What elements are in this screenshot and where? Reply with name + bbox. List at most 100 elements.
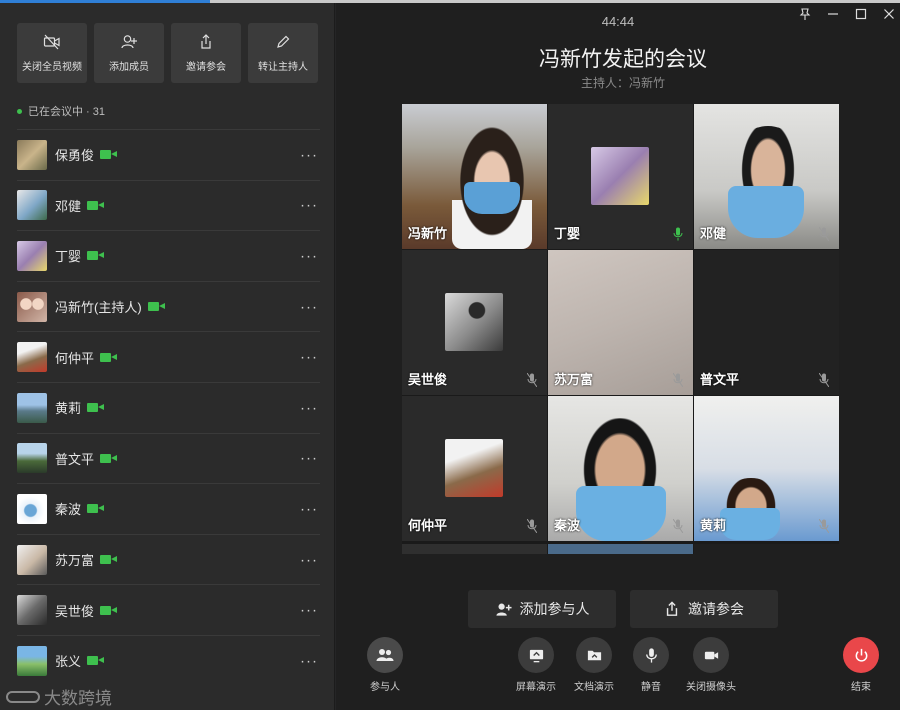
invite-label: 邀请参会 — [186, 62, 226, 73]
mic-muted-icon — [819, 373, 829, 387]
avatar — [17, 342, 47, 373]
avatar — [17, 190, 47, 221]
tile-name: 秦波 — [554, 518, 581, 533]
more-options-icon[interactable]: ··· — [300, 298, 318, 315]
participant-row[interactable]: 张义 ··· — [17, 634, 320, 686]
video-tile[interactable]: 苏万富 — [548, 250, 693, 395]
participant-name: 何仲平 — [55, 350, 95, 366]
watermark-logo-icon — [6, 690, 40, 703]
add-member-button[interactable]: 添加成员 — [94, 23, 164, 83]
more-options-icon[interactable]: ··· — [300, 247, 318, 264]
avatar — [17, 443, 47, 474]
participants-icon — [367, 637, 403, 673]
participant-name: 黄莉 — [55, 401, 82, 417]
watermark-text: 大数跨境 — [44, 689, 112, 708]
more-options-icon[interactable]: ··· — [300, 602, 318, 619]
mic-muted-icon — [819, 227, 829, 241]
end-meeting-button[interactable]: 结束 — [843, 637, 879, 693]
video-tile[interactable]: 普文平 — [694, 250, 839, 395]
mic-muted-icon — [527, 373, 537, 387]
participants-button[interactable]: 参与人 — [367, 637, 403, 693]
more-options-icon[interactable]: ··· — [300, 146, 318, 163]
mute-all-video-button[interactable]: 关闭全员视频 — [17, 23, 87, 83]
camera-on-icon — [87, 200, 105, 211]
doc-share-button[interactable]: 文档演示 — [574, 637, 614, 693]
camera-off-button[interactable]: 关闭摄像头 — [686, 637, 736, 693]
video-tile[interactable]: 丁婴 — [548, 104, 693, 249]
face-mask — [720, 508, 780, 540]
invite-meeting-label: 邀请参会 — [688, 601, 744, 617]
video-tile[interactable]: 吴世俊 — [402, 250, 547, 395]
camera-off-label: 关闭摄像头 — [686, 682, 736, 693]
camera-on-icon — [100, 554, 118, 565]
tile-avatar — [445, 439, 503, 497]
transfer-host-button[interactable]: 转让主持人 — [248, 23, 318, 83]
avatar — [17, 544, 47, 575]
add-participant-button[interactable]: 添加参与人 — [468, 590, 616, 628]
more-options-icon[interactable]: ··· — [300, 450, 318, 467]
avatar — [17, 139, 47, 170]
camera-on-icon — [100, 605, 118, 616]
camera-on-icon — [147, 301, 165, 312]
power-icon — [843, 637, 879, 673]
meeting-status: 已在会议中 · 31 — [17, 103, 105, 119]
more-options-icon[interactable]: ··· — [300, 652, 318, 669]
folder-share-icon — [576, 637, 612, 673]
participant-row[interactable]: 邓健 ··· — [17, 179, 320, 231]
end-meeting-label: 结束 — [851, 682, 871, 693]
mute-button[interactable]: 静音 — [633, 637, 669, 693]
avatar — [17, 240, 47, 271]
camera-on-icon — [87, 250, 105, 261]
participant-name: 丁婴 — [55, 249, 82, 265]
video-tile[interactable]: 何仲平 — [402, 396, 547, 541]
more-options-icon[interactable]: ··· — [300, 500, 318, 517]
participant-row[interactable]: 秦波 ··· — [17, 483, 320, 534]
video-off-icon — [43, 34, 60, 50]
more-options-icon[interactable]: ··· — [300, 551, 318, 568]
more-options-icon[interactable]: ··· — [300, 349, 318, 366]
participant-name: 张义 — [55, 654, 82, 670]
video-panel: 44:44 冯新竹发起的会议 主持人：冯新竹 冯新竹 丁婴 邓健 吴世俊 苏万富… — [336, 3, 900, 710]
tile-name: 黄莉 — [700, 518, 727, 533]
participant-row[interactable]: 何仲平 ··· — [17, 331, 320, 382]
meeting-window: 关闭全员视频 添加成员 邀请参会 转让主持人 已在会议中 · 31 保勇俊 ··… — [0, 0, 900, 710]
doc-share-label: 文档演示 — [574, 682, 614, 693]
video-tile[interactable]: 邓健 — [694, 104, 839, 249]
participant-row[interactable]: 丁婴 ··· — [17, 230, 320, 281]
participant-name: 普文平 — [55, 451, 95, 467]
tile-avatar — [445, 293, 503, 351]
participant-row[interactable]: 苏万富 ··· — [17, 533, 320, 585]
video-tile[interactable]: 秦波 — [548, 396, 693, 541]
video-tile[interactable]: 黄莉 — [694, 396, 839, 541]
screen-share-button[interactable]: 屏幕演示 — [516, 637, 556, 693]
participant-row[interactable]: 吴世俊 ··· — [17, 584, 320, 635]
tile-avatar — [591, 147, 649, 205]
participant-name: 保勇俊 — [55, 148, 95, 164]
participants-panel: 关闭全员视频 添加成员 邀请参会 转让主持人 已在会议中 · 31 保勇俊 ··… — [0, 3, 335, 710]
video-grid: 冯新竹 丁婴 邓健 吴世俊 苏万富 普文平 何仲平 秦波 黄莉 — [402, 104, 839, 554]
participant-name: 吴世俊 — [55, 603, 95, 619]
video-tile[interactable]: 冯新竹 — [402, 104, 547, 249]
face-mask — [464, 182, 520, 214]
mic-muted-icon — [673, 373, 683, 387]
tile-name: 吴世俊 — [408, 372, 448, 387]
participant-list: 保勇俊 ··· 邓健 ··· 丁婴 ··· 冯新竹(主持人) ··· 何仲平 ·… — [17, 129, 320, 686]
tile-name: 丁婴 — [554, 226, 581, 241]
mic-muted-icon — [819, 519, 829, 533]
status-text: 已在会议中 · 31 — [28, 106, 106, 118]
more-options-icon[interactable]: ··· — [300, 197, 318, 214]
camera-on-icon — [100, 453, 118, 464]
face-mask — [576, 486, 666, 541]
camera-on-icon — [87, 503, 105, 514]
participant-row[interactable]: 普文平 ··· — [17, 432, 320, 484]
invite-meeting-button[interactable]: 邀请参会 — [630, 590, 778, 628]
participant-row[interactable]: 冯新竹(主持人) ··· — [17, 280, 320, 332]
more-options-icon[interactable]: ··· — [300, 399, 318, 416]
share-icon — [666, 601, 678, 616]
invite-button[interactable]: 邀请参会 — [171, 23, 241, 83]
participant-row[interactable]: 黄莉 ··· — [17, 381, 320, 433]
participant-row[interactable]: 保勇俊 ··· — [17, 129, 320, 180]
mic-on-icon — [673, 227, 683, 241]
camera-on-icon — [87, 402, 105, 413]
tile-name: 何仲平 — [408, 518, 448, 533]
